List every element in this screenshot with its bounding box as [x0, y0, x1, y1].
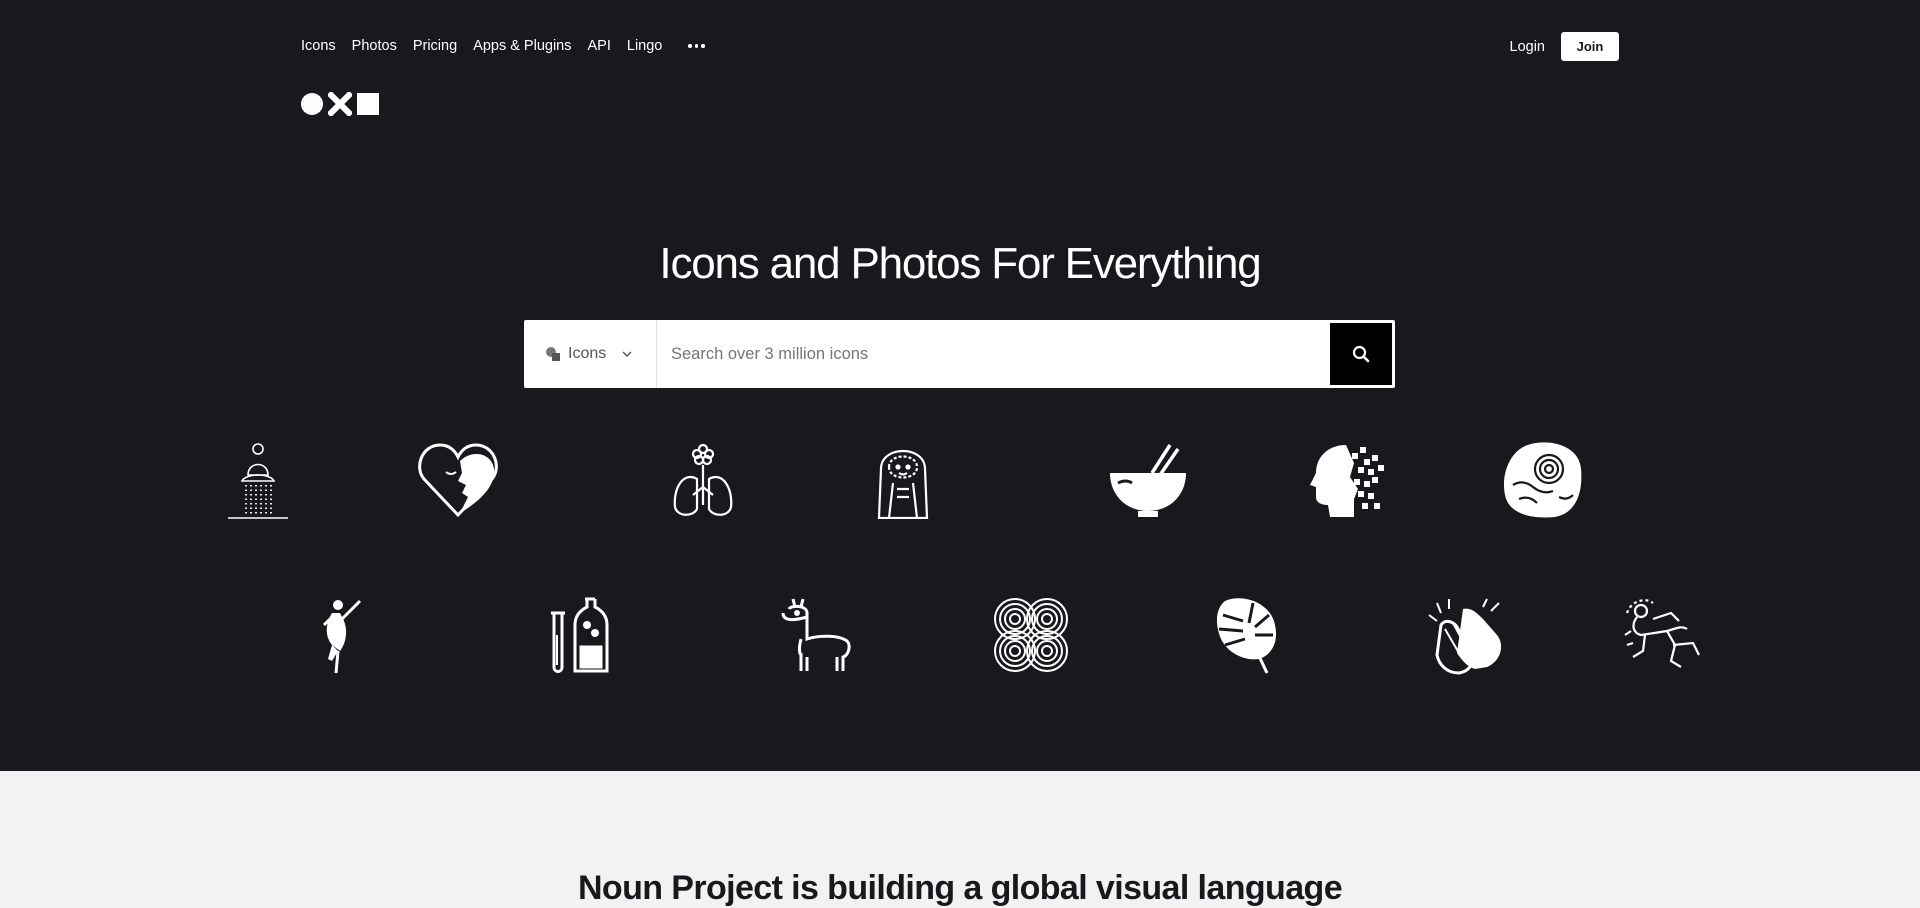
logo[interactable] [301, 92, 379, 116]
search-input[interactable] [657, 320, 1330, 388]
icons-type-icon [546, 347, 560, 361]
nav-lingo[interactable]: Lingo [627, 37, 662, 55]
flower-lungs-icon[interactable] [663, 439, 743, 519]
fossil-rock-icon[interactable] [1503, 439, 1583, 519]
bowl-chopsticks-icon[interactable] [1108, 439, 1188, 519]
nav-photos[interactable]: Photos [352, 37, 397, 55]
juggler-icon[interactable] [1623, 595, 1703, 675]
nav-apps-plugins[interactable]: Apps & Plugins [473, 37, 571, 55]
search-icon [1352, 345, 1370, 363]
hooded-woman-icon[interactable] [863, 439, 943, 519]
square-icon [357, 93, 379, 115]
nav-api[interactable]: API [588, 37, 611, 55]
chevron-down-icon [622, 351, 632, 357]
llama-icon[interactable] [779, 595, 859, 675]
account-nav: Login Join [1510, 32, 1619, 61]
infinity-spiral-icon[interactable] [991, 595, 1071, 675]
pixel-head-icon[interactable] [1308, 439, 1388, 519]
main-nav: Icons Photos Pricing Apps & Plugins API … [301, 37, 705, 55]
join-button[interactable]: Join [1561, 32, 1619, 61]
ellipsis-icon[interactable] [688, 37, 705, 55]
heart-face-icon[interactable] [418, 439, 498, 519]
meditating-figure-icon[interactable] [218, 439, 298, 519]
hero-section: Icons Photos Pricing Apps & Plugins API … [0, 0, 1920, 771]
search-button[interactable] [1330, 323, 1392, 385]
search-type-select[interactable]: Icons [524, 320, 657, 388]
cross-icon [328, 92, 352, 116]
monstera-leaf-icon[interactable] [1213, 595, 1293, 675]
circle-icon [301, 93, 323, 115]
login-link[interactable]: Login [1510, 39, 1545, 55]
clapping-hands-icon[interactable] [1427, 595, 1507, 675]
nav-icons[interactable]: Icons [301, 37, 336, 55]
page-title: Icons and Photos For Everything [659, 239, 1261, 288]
dancer-icon[interactable] [302, 595, 382, 675]
test-tubes-icon[interactable] [541, 595, 621, 675]
search-bar: Icons [524, 320, 1395, 388]
search-type-label: Icons [568, 345, 607, 362]
nav-pricing[interactable]: Pricing [413, 37, 457, 55]
